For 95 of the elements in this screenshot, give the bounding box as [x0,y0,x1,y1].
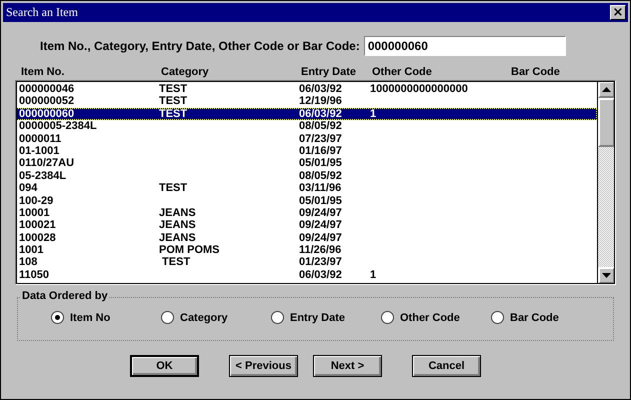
table-cell-text: 10001 [19,206,51,220]
table-cell-text: JEANS [159,206,197,220]
column-header: Bar Code [511,66,561,80]
list-row[interactable]: 10001 JEANS 09/24/97 [16,206,597,220]
table-cell-text: TEST [159,95,188,108]
list-row[interactable]: 000000046 TEST 06/03/92 1000000000000000 [16,83,597,96]
table-cell-text: 06/03/92 [299,268,343,282]
table-cell-text: 01/16/97 [299,144,343,158]
radio-label: Item No [70,312,110,324]
table-cell-text: TEST [159,83,188,96]
down-arrow-icon [602,273,611,278]
table-cell-text: TEST [159,108,188,120]
table-cell-text: 100-29 [19,194,54,207]
table-cell-text: 05/01/95 [299,194,343,207]
table-cell-text: 108 [19,256,38,269]
table-cell-text: POM POMS [159,244,221,256]
table-cell-text: 07/23/97 [299,132,343,145]
scroll-down-button[interactable] [598,267,615,284]
scroll-thumb[interactable] [598,98,615,147]
list-row[interactable]: 100-29 05/01/95 [16,194,597,207]
radio-option[interactable]: Other Code [381,311,491,324]
table-cell-text: 06/03/92 [299,83,343,96]
dialog-button[interactable]: OK [130,355,199,377]
table-cell-text: 09/24/97 [299,232,343,244]
close-button[interactable]: × [610,5,626,20]
radio-button[interactable] [381,311,394,324]
table-cell-text: 100028 [19,232,57,244]
selected-row[interactable]: 000000060 TEST 06/03/92 1 [16,108,597,120]
table-cell-text: 12/19/96 [299,95,343,108]
table-cell-text: 06/03/92 [299,108,343,120]
radio-button[interactable] [161,311,174,324]
table-cell-text: 1 [370,108,378,120]
table-cell-text: JEANS [159,219,197,232]
radio-option[interactable]: Entry Date [271,311,381,324]
search-field[interactable]: 000000060 [364,36,566,56]
table-cell-text: 000000052 [19,95,76,108]
radio-button[interactable] [271,311,284,324]
table-cell-text: 09/24/97 [299,219,343,232]
table-cell-text: TEST [159,182,188,195]
list-row[interactable]: 11050 06/03/92 1 [16,268,597,282]
list-row[interactable]: 1001 POM POMS 11/26/96 [16,244,597,256]
table-cell-text: 1001 [19,244,44,256]
table-cell-text: 094 [19,182,38,195]
list-row[interactable]: 01-1001 01/16/97 [16,144,597,158]
column-header: Other Code [372,66,433,80]
list-row[interactable]: 0000011 07/23/97 [16,132,597,145]
column-header: Item No. [21,66,66,80]
radio-option[interactable]: Bar Code [491,311,601,324]
list-row[interactable]: 000000052 TEST 12/19/96 [16,95,597,108]
list-row[interactable]: 094 TEST 03/11/96 [16,182,597,195]
table-cell-text: TEST [161,256,192,269]
list-row[interactable]: 05-2384L 08/05/92 [16,170,597,182]
table-cell-text: 1 [370,268,378,282]
table-cell-text: 08/05/92 [299,120,343,133]
table-cell-text: 03/11/96 [299,182,342,195]
dialog-button[interactable]: < Previous [229,355,298,377]
radio-label: Other Code [400,312,460,324]
column-header: Category [161,66,210,80]
radio-button[interactable] [491,311,504,324]
table-cell-text: 01/23/97 [299,256,343,269]
list-row[interactable]: 100028 JEANS 09/24/97 [16,232,597,244]
scrollbar[interactable] [597,81,615,284]
column-header: Entry Date [301,66,358,80]
table-cell-text: 100021 [19,219,57,232]
table-cell-text: 0000005-2384L [19,120,98,133]
table-cell-text: JEANS [159,232,197,244]
list-row[interactable]: 108 TEST 01/23/97 [16,256,597,269]
table-cell-text: 01-1001 [19,144,60,158]
table-cell-text: 11/26/96 [299,244,342,256]
table-cell-text: 05/01/95 [299,157,343,170]
scroll-up-button[interactable] [598,81,615,98]
table-cell-text: 0000011 [19,132,62,145]
table-cell-text: 08/05/92 [299,170,343,182]
up-arrow-icon [602,87,611,92]
dialog-button[interactable]: Cancel [412,355,481,377]
list-row[interactable]: 100021 JEANS 09/24/97 [16,219,597,232]
dialog-button[interactable]: Next > [313,355,382,377]
radio-option[interactable]: Category [161,311,271,324]
radio-label: Bar Code [510,312,559,324]
radio-label: Category [180,312,228,324]
table-cell-text: 000000060 [19,108,76,120]
list-row[interactable]: 0000005-2384L 08/05/92 [16,120,597,133]
group-title: Data Ordered by [21,290,109,302]
table-cell-text: 11050 [19,268,50,282]
table-cell-text: 0110/27AU [19,157,76,170]
radio-label: Entry Date [290,312,346,324]
radio-button[interactable] [51,311,64,324]
table-cell-text: 09/24/97 [299,206,343,220]
list-row[interactable]: 0110/27AU 05/01/95 [16,157,597,170]
window-title: Search an Item [6,5,78,20]
table-cell-text: 1000000000000000 [370,83,469,96]
table-cell-text: 000000046 [19,83,76,96]
radio-option[interactable]: Item No [51,311,161,324]
search-label: Item No., Category, Entry Date, Other Code or Bar Code: [40,39,360,53]
table-cell-text: 05-2384L [19,170,68,182]
